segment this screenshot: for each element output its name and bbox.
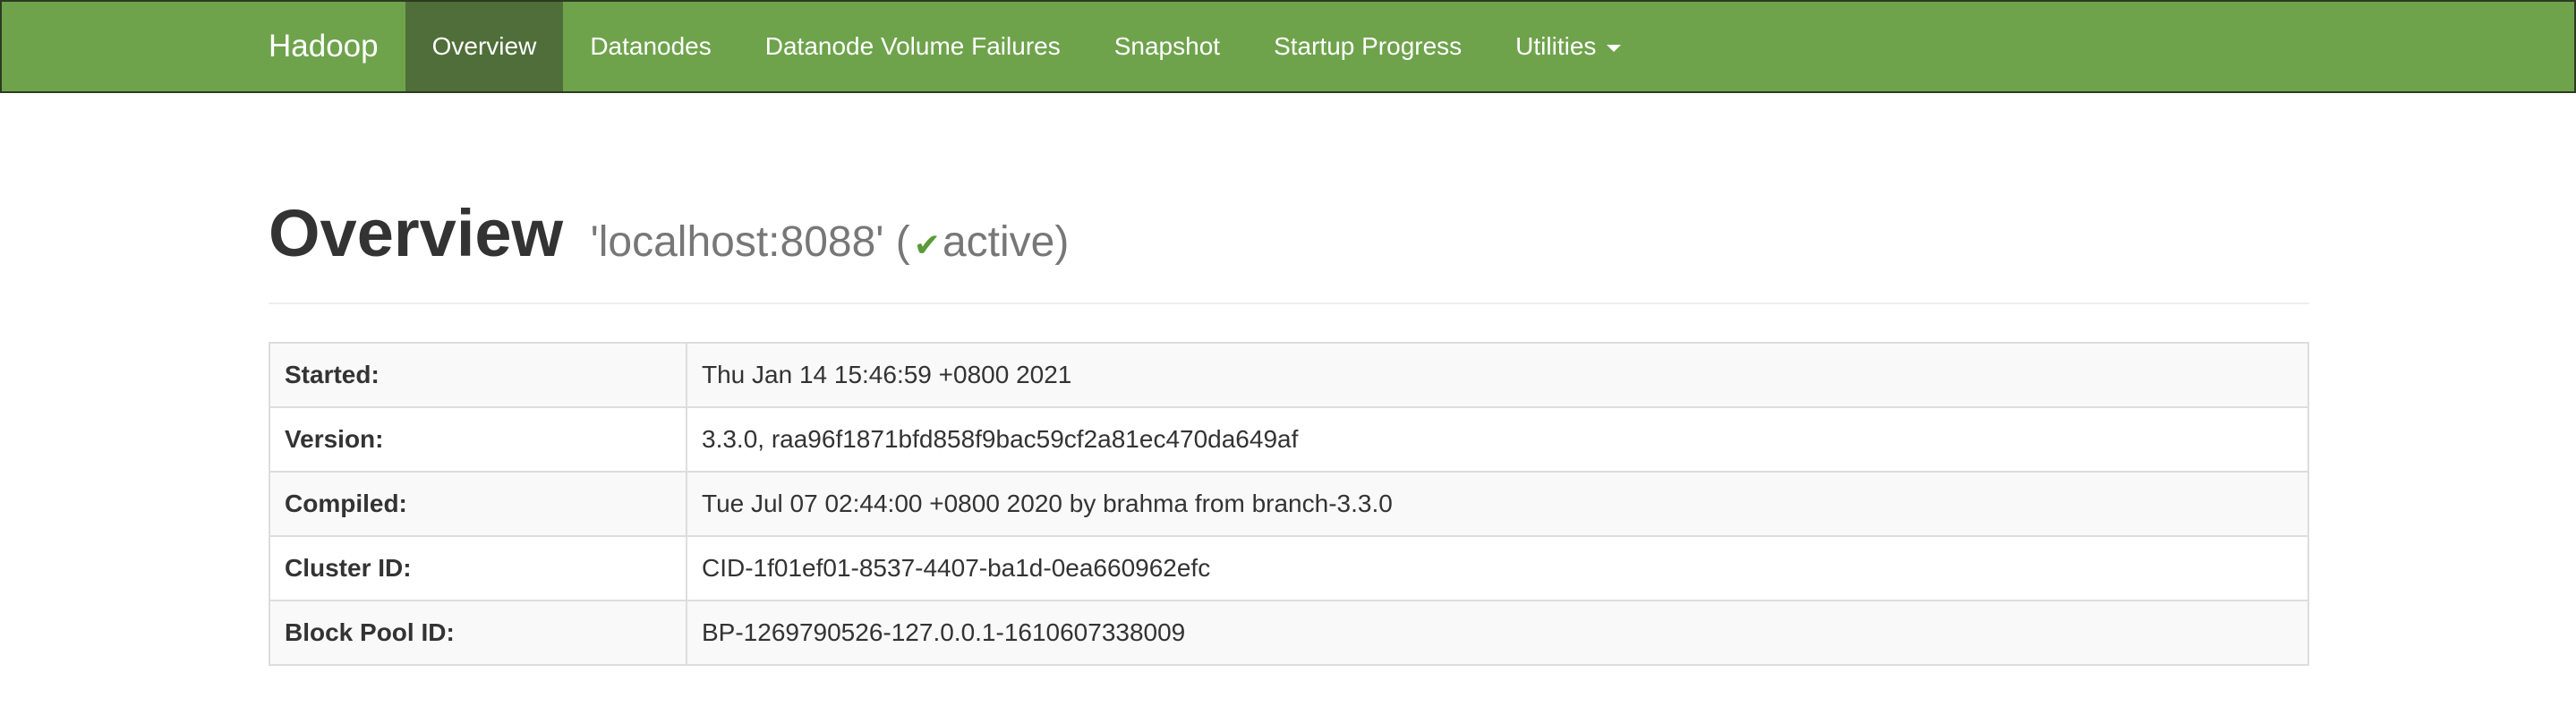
nav-item-startup-progress[interactable]: Startup Progress bbox=[1247, 2, 1488, 91]
page-header: Overview 'localhost:8088' (✔active) bbox=[269, 190, 2309, 304]
row-label: Block Pool ID: bbox=[269, 600, 687, 666]
page-title: Overview bbox=[269, 196, 564, 270]
row-value: Tue Jul 07 02:44:00 +0800 2020 by brahma… bbox=[686, 471, 2309, 537]
nav-item-label: Utilities bbox=[1515, 32, 1597, 60]
check-icon: ✔ bbox=[913, 226, 941, 263]
nav-item-label: Datanode Volume Failures bbox=[764, 32, 1061, 60]
table-row: Compiled: Tue Jul 07 02:44:00 +0800 2020… bbox=[269, 471, 2309, 537]
nav-item-label: Datanodes bbox=[590, 32, 712, 60]
row-label: Version: bbox=[269, 406, 687, 473]
row-label: Cluster ID: bbox=[269, 535, 687, 601]
top-navbar: Hadoop Overview Datanodes Datanode Volum… bbox=[0, 0, 2576, 93]
nav-item-datanodes[interactable]: Datanodes bbox=[563, 2, 738, 91]
caret-down-icon bbox=[1607, 44, 1622, 52]
nav-item-snapshot[interactable]: Snapshot bbox=[1088, 2, 1247, 91]
table-row: Started: Thu Jan 14 15:46:59 +0800 2021 bbox=[269, 342, 2309, 408]
row-value: BP-1269790526-127.0.0.1-1610607338009 bbox=[686, 600, 2309, 666]
host-address: 'localhost:8088' ( bbox=[590, 218, 910, 266]
overview-info-table: Started: Thu Jan 14 15:46:59 +0800 2021 … bbox=[269, 342, 2309, 666]
row-value: CID-1f01ef01-8537-4407-ba1d-0ea660962efc bbox=[686, 535, 2309, 601]
nav-item-overview[interactable]: Overview bbox=[405, 2, 564, 91]
status-text: active) bbox=[942, 218, 1070, 266]
page-subtitle: 'localhost:8088' (✔active) bbox=[591, 217, 1070, 267]
nav-item-datanode-volume-failures[interactable]: Datanode Volume Failures bbox=[738, 2, 1088, 91]
row-value: Thu Jan 14 15:46:59 +0800 2021 bbox=[686, 342, 2309, 408]
row-value: 3.3.0, raa96f1871bfd858f9bac59cf2a81ec47… bbox=[686, 406, 2309, 473]
nav-item-label: Startup Progress bbox=[1274, 32, 1463, 60]
row-label: Started: bbox=[269, 342, 687, 408]
nav-item-label: Overview bbox=[431, 32, 537, 60]
table-row: Version: 3.3.0, raa96f1871bfd858f9bac59c… bbox=[269, 406, 2309, 473]
table-row: Cluster ID: CID-1f01ef01-8537-4407-ba1d-… bbox=[269, 535, 2309, 601]
nav-menu: Overview Datanodes Datanode Volume Failu… bbox=[405, 2, 1649, 91]
nav-item-label: Snapshot bbox=[1113, 32, 1221, 60]
row-label: Compiled: bbox=[269, 471, 687, 537]
brand-logo[interactable]: Hadoop bbox=[269, 2, 405, 91]
table-row: Block Pool ID: BP-1269790526-127.0.0.1-1… bbox=[269, 600, 2309, 666]
nav-item-utilities-dropdown[interactable]: Utilities bbox=[1488, 2, 1648, 91]
